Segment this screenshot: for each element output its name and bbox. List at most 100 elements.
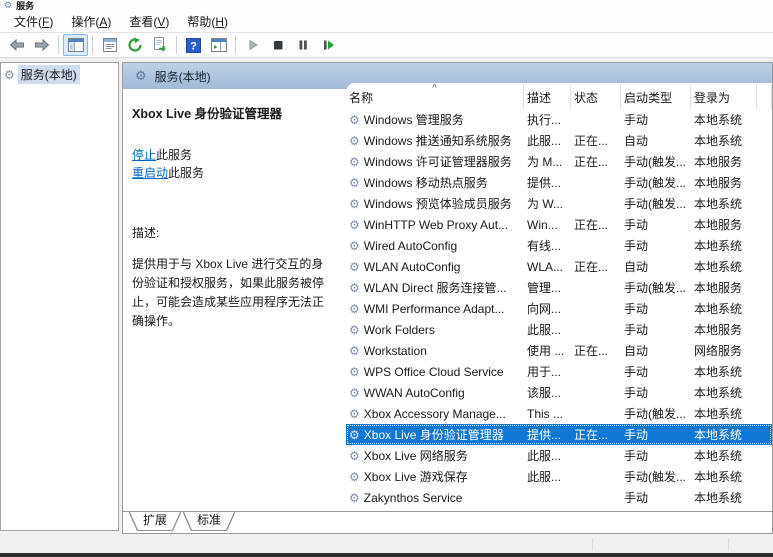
service-startup-type: 手动 (624, 302, 649, 316)
service-row[interactable]: ⚙ WLAN Direct 服务连接管... 管理... 手动(触发... 本地… (346, 277, 772, 298)
list-header: ^ 名称 描述 状态 启动类型 登录为 (346, 83, 772, 109)
column-header-description[interactable]: 描述 (524, 85, 571, 109)
refresh-button[interactable] (122, 34, 147, 56)
service-gear-icon: ⚙ (349, 406, 360, 421)
service-description: 为 W... (527, 197, 564, 211)
service-startup-type: 手动 (624, 365, 649, 379)
menu-action[interactable]: 操作(A) (62, 10, 120, 33)
service-logon-as: 本地服务 (694, 176, 743, 190)
service-gear-icon: ⚙ (349, 196, 360, 211)
service-logon-as: 本地系统 (694, 134, 743, 148)
selected-service-title: Xbox Live 身份验证管理器 (132, 107, 283, 121)
toolbar-separator (176, 36, 177, 54)
service-row[interactable]: ⚙ Windows 管理服务 执行... 手动 本地系统 (346, 109, 772, 130)
service-gear-icon: ⚙ (349, 469, 360, 484)
service-row[interactable]: ⚙ Windows 移动热点服务 提供... 手动(触发... 本地服务 (346, 172, 772, 193)
service-startup-type: 手动 (624, 239, 649, 253)
start-service-button[interactable] (240, 34, 265, 56)
service-gear-icon: ⚙ (349, 175, 360, 190)
service-name: WWAN AutoConfig (363, 385, 465, 400)
service-row[interactable]: ⚙ Work Folders 此服... 手动 本地服务 (346, 319, 772, 340)
description-label: 描述: (132, 226, 160, 240)
service-row[interactable]: ⚙ Zakynthos Service 手动 本地系统 (346, 487, 772, 508)
service-description: 此服... (527, 134, 562, 148)
title-bar: ⚙ 服务 (0, 0, 773, 10)
service-row[interactable]: ⚙ WWAN AutoConfig 该服... 手动 本地系统 (346, 382, 772, 403)
tab-standard[interactable]: 标准 (184, 512, 234, 530)
service-status: 正在... (574, 428, 609, 442)
service-startup-type: 手动 (624, 323, 649, 337)
service-description: 此服... (527, 323, 562, 337)
help-button[interactable]: ? (181, 34, 206, 56)
service-row[interactable]: ⚙ Xbox Live 网络服务 此服... 手动 本地系统 (346, 445, 772, 466)
service-name: Xbox Live 网络服务 (363, 449, 468, 463)
extended-detail-panel: Xbox Live 身份验证管理器 停止此服务 重启动此服务 描述: 提供用于与… (123, 89, 344, 511)
properties-button[interactable] (97, 34, 122, 56)
service-row[interactable]: ⚙ Wired AutoConfig 有线... 手动 本地系统 (346, 235, 772, 256)
service-startup-type: 手动(触发... (624, 176, 686, 190)
service-startup-type: 手动(触发... (624, 155, 686, 169)
restart-service-link[interactable]: 重启动 (132, 166, 168, 180)
back-button[interactable] (4, 34, 29, 56)
back-icon (8, 37, 26, 53)
service-name: Xbox Live 游戏保存 (363, 470, 468, 484)
show-console-tree-button[interactable] (63, 34, 88, 56)
service-row[interactable]: ⚙ Windows 许可证管理器服务 为 M... 正在... 手动(触发...… (346, 151, 772, 172)
service-description: 此服... (527, 449, 562, 463)
service-startup-type: 手动 (624, 218, 649, 232)
menu-file[interactable]: 文件(F) (5, 10, 62, 33)
services-mmc-window: ⚙ 服务 文件(F) 操作(A) 查看(V) 帮助(H) ? ⚙ 服务(本地) … (0, 0, 773, 557)
service-row[interactable]: ⚙ WLAN AutoConfig WLA... 正在... 自动 本地系统 (346, 256, 772, 277)
service-logon-as: 本地服务 (694, 281, 743, 295)
menu-view[interactable]: 查看(V) (120, 10, 178, 33)
toolbar-separator (235, 36, 236, 54)
service-row[interactable]: ⚙ WMI Performance Adapt... 向网... 手动 本地系统 (346, 298, 772, 319)
service-name: WLAN AutoConfig (363, 259, 461, 274)
service-row[interactable]: ⚙ Xbox Live 游戏保存 此服... 手动(触发... 本地系统 (346, 466, 772, 487)
service-gear-icon: ⚙ (349, 385, 360, 400)
service-logon-as: 本地系统 (694, 428, 743, 442)
service-startup-type: 自动 (624, 134, 649, 148)
service-description: Win... (527, 217, 558, 232)
service-row[interactable]: ⚙ Xbox Accessory Manage... This ... 手动(触… (346, 403, 772, 424)
column-header-startup-type[interactable]: 启动类型 (621, 85, 691, 109)
column-header-logon-as[interactable]: 登录为 (691, 85, 757, 109)
console-tree-panel: ⚙ 服务(本地) (0, 62, 119, 531)
export-list-button[interactable] (147, 34, 172, 56)
service-name: WPS Office Cloud Service (363, 364, 504, 379)
services-gear-icon: ⚙ (4, 67, 15, 82)
service-name: Wired AutoConfig (363, 238, 458, 253)
service-row[interactable]: ⚙ WinHTTP Web Proxy Aut... Win... 正在... … (346, 214, 772, 235)
service-startup-type: 手动(触发... (624, 407, 686, 421)
show-action-pane-button[interactable] (206, 34, 231, 56)
service-row[interactable]: ⚙ Windows 预览体验成员服务 为 W... 手动(触发... 本地系统 (346, 193, 772, 214)
service-row[interactable]: ⚙ Workstation 使用 ... 正在... 自动 网络服务 (346, 340, 772, 361)
stop-service-link[interactable]: 停止 (132, 148, 156, 162)
service-logon-as: 网络服务 (694, 344, 743, 358)
service-gear-icon: ⚙ (349, 280, 360, 295)
restart-service-button[interactable] (315, 34, 340, 56)
service-startup-type: 手动 (624, 428, 649, 442)
tree-item-services-local[interactable]: ⚙ 服务(本地) (4, 65, 118, 84)
column-header-status[interactable]: 状态 (571, 85, 621, 109)
service-row[interactable]: ⚙ Windows 推送通知系统服务 此服... 正在... 自动 本地系统 (346, 130, 772, 151)
service-description: 该服... (527, 386, 562, 400)
status-bar-separator (728, 538, 729, 551)
service-logon-as: 本地系统 (694, 491, 743, 505)
menu-bar: 文件(F) 操作(A) 查看(V) 帮助(H) (0, 10, 773, 32)
service-row[interactable]: ⚙ Xbox Live 身份验证管理器 提供... 正在... 手动 本地系统 (346, 424, 772, 445)
service-gear-icon: ⚙ (349, 343, 360, 358)
service-name: Windows 移动热点服务 (363, 176, 488, 190)
tab-extended[interactable]: 扩展 (130, 512, 180, 530)
service-description: 执行... (527, 113, 562, 127)
services-list-panel: ^ 名称 描述 状态 启动类型 登录为 ⚙ Windows 管理服务 执行...… (346, 83, 772, 511)
start-service-icon (246, 38, 260, 52)
sort-ascending-icon: ^ (432, 83, 437, 94)
service-gear-icon: ⚙ (349, 154, 360, 169)
forward-button[interactable] (29, 34, 54, 56)
menu-help[interactable]: 帮助(H) (178, 10, 237, 33)
stop-service-button[interactable] (265, 34, 290, 56)
column-header-name[interactable]: ^ 名称 (346, 83, 524, 109)
pause-service-button[interactable] (290, 34, 315, 56)
service-row[interactable]: ⚙ WPS Office Cloud Service 用于... 手动 本地系统 (346, 361, 772, 382)
